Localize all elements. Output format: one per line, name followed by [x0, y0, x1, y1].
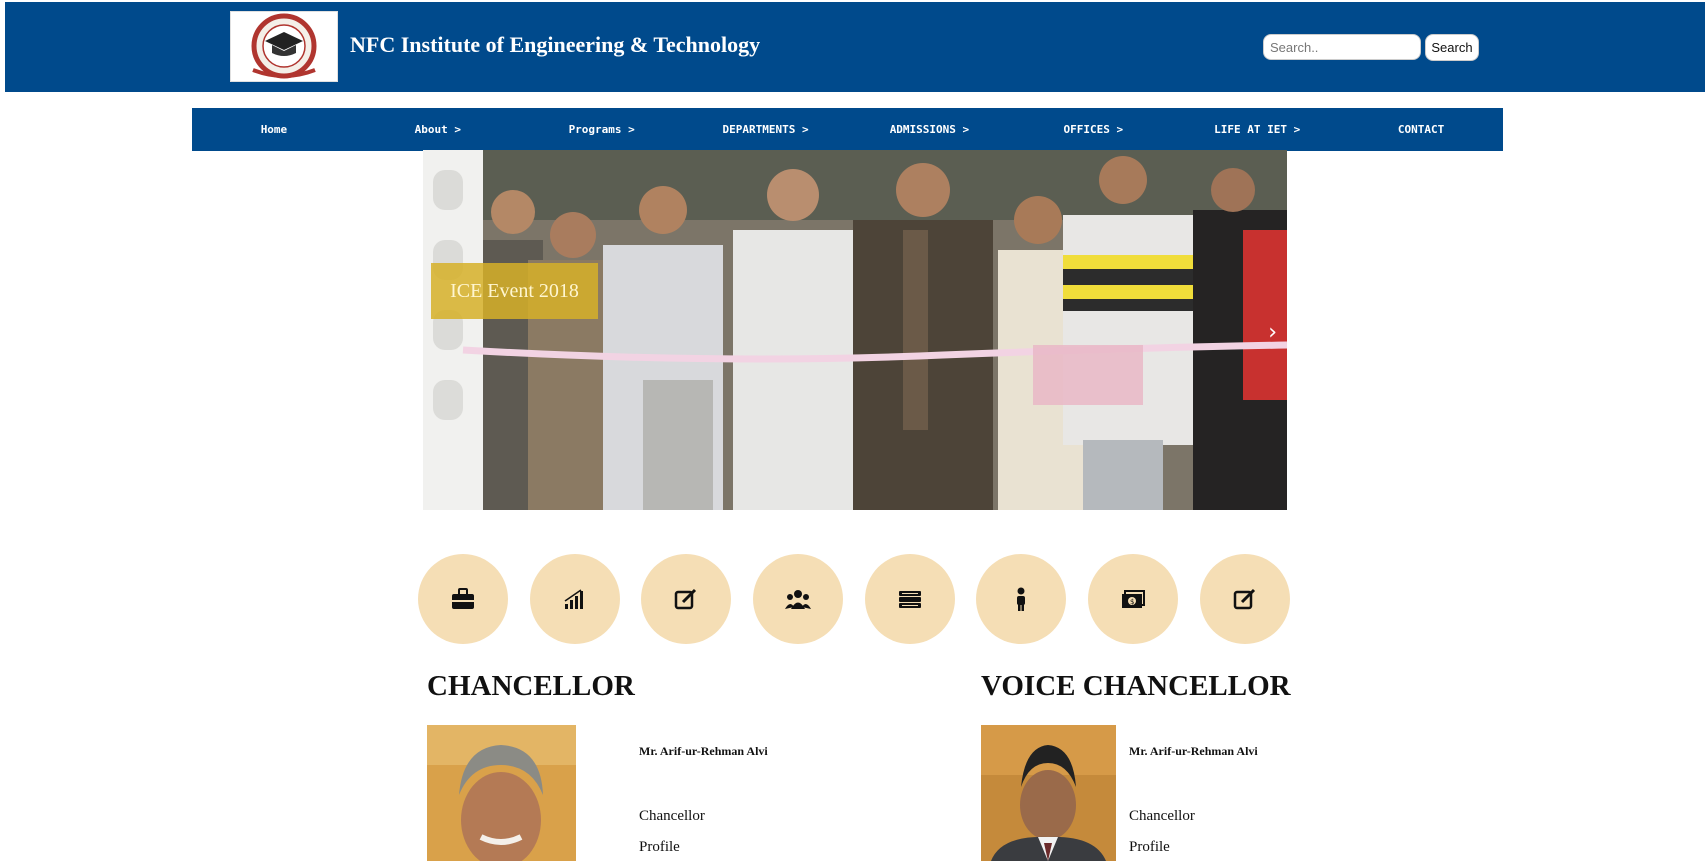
vice-chancellor-name: Mr. Arif-ur-Rehman Alvi [1129, 744, 1258, 758]
briefcase-icon [452, 588, 474, 609]
chancellor-name: Mr. Arif-ur-Rehman Alvi [639, 744, 768, 758]
vice-chancellor-heading: VOICE CHANCELLOR [981, 670, 1291, 702]
slide-photo [423, 150, 1287, 510]
quick-link-library[interactable] [865, 554, 955, 644]
nav-item-about[interactable]: About > [356, 123, 520, 136]
hero-slider[interactable]: ICE Event 2018 › [423, 150, 1287, 510]
vice-chancellor-profile-link[interactable]: Profile [1129, 839, 1170, 856]
quick-link-edit[interactable] [641, 554, 731, 644]
nav-item-home[interactable]: Home [192, 123, 356, 136]
edit-icon [1233, 588, 1256, 610]
search-button[interactable]: Search [1425, 34, 1479, 61]
quick-links: $ [418, 554, 1290, 644]
chancellor-role: Chancellor [639, 808, 705, 824]
search-input[interactable] [1263, 34, 1421, 60]
nav-item-programs[interactable]: Programs > [520, 123, 684, 136]
svg-text:$: $ [1130, 598, 1134, 606]
site-header: NFC Institute of Engineering & Technolog… [5, 2, 1705, 92]
vice-chancellor-photo [981, 725, 1116, 861]
nav-item-admissions[interactable]: ADMISSIONS > [848, 123, 1012, 136]
nav-item-contact[interactable]: CONTACT [1339, 123, 1503, 136]
quick-link-briefcase[interactable] [418, 554, 508, 644]
chancellor-heading: CHANCELLOR [427, 670, 635, 702]
quick-link-chart[interactable] [530, 554, 620, 644]
nav-item-life-at-iet[interactable]: LIFE AT IET > [1175, 123, 1339, 136]
person-icon [1017, 587, 1025, 611]
chancellor-photo [427, 725, 576, 861]
money-icon: $ [1122, 590, 1145, 608]
vice-chancellor-role: Chancellor [1129, 808, 1195, 824]
edit-icon [674, 588, 697, 610]
logo-emblem-icon [251, 13, 317, 79]
books-icon [899, 591, 921, 608]
institute-logo[interactable] [230, 11, 338, 82]
quick-link-fees[interactable]: $ [1088, 554, 1178, 644]
site-title[interactable]: NFC Institute of Engineering & Technolog… [350, 32, 760, 58]
quick-link-community[interactable] [753, 554, 843, 644]
users-icon [785, 590, 811, 609]
slider-next-arrow-icon[interactable]: › [1268, 320, 1277, 345]
bar-chart-icon [564, 589, 583, 609]
quick-link-person[interactable] [976, 554, 1066, 644]
chancellor-profile-link[interactable]: Profile [639, 839, 680, 856]
quick-link-apply[interactable] [1200, 554, 1290, 644]
slide-caption: ICE Event 2018 [431, 263, 598, 319]
main-nav: Home About > Programs > DEPARTMENTS > AD… [192, 108, 1503, 151]
nav-item-offices[interactable]: OFFICES > [1011, 123, 1175, 136]
nav-item-departments[interactable]: DEPARTMENTS > [684, 123, 848, 136]
